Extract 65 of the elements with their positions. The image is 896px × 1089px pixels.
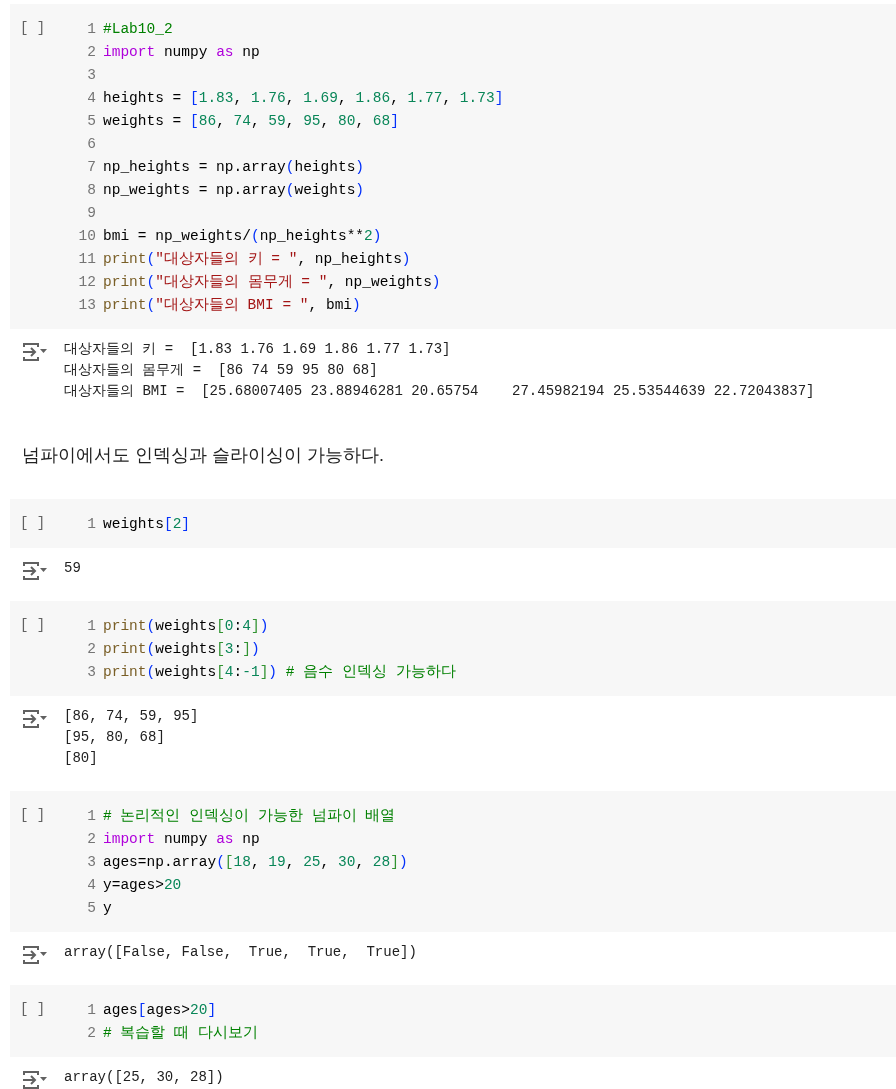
output-line: 대상자들의 몸무게 = [86 74 59 95 80 68] <box>64 361 379 380</box>
code-line: y <box>103 899 112 918</box>
markdown-text: 넘파이에서도 인덱싱과 슬라이싱이 가능하다. <box>22 445 384 465</box>
run-button[interactable]: [ ] <box>20 807 46 823</box>
code-line: bmi = np_weights/(np_heights**2) <box>103 227 382 246</box>
line-number: 2 <box>86 640 96 659</box>
run-button[interactable]: [ ] <box>20 20 46 36</box>
output-line: [95, 80, 68] <box>64 728 166 747</box>
line-number: 2 <box>86 830 96 849</box>
code-line: y=ages>20 <box>103 876 182 895</box>
output-line: [80] <box>64 749 99 768</box>
output-toggle-icon[interactable] <box>22 341 48 362</box>
output-toggle-icon[interactable] <box>22 708 48 729</box>
run-button[interactable]: [ ] <box>20 617 46 633</box>
code-line: weights[2] <box>103 515 191 534</box>
run-button[interactable]: [ ] <box>20 1001 46 1017</box>
output-line: [86, 74, 59, 95] <box>64 707 199 726</box>
code-line: print("대상자들의 BMI = ", bmi) <box>103 296 361 315</box>
code-line: #Lab10_2 <box>103 20 173 39</box>
line-number: 5 <box>86 899 96 918</box>
line-number: 7 <box>86 158 96 177</box>
line-number: 1 <box>86 807 96 826</box>
line-number: 3 <box>86 66 96 85</box>
code-line: # 논리적인 인덱싱이 가능한 넘파이 배열 <box>103 807 396 826</box>
code-line: np_heights = np.array(heights) <box>103 158 365 177</box>
code-line: heights = [1.83, 1.76, 1.69, 1.86, 1.77, 1.73] <box>103 89 504 108</box>
line-number: 10 <box>77 227 96 246</box>
line-number: 6 <box>86 135 96 154</box>
code-line: np_weights = np.array(weights) <box>103 181 365 200</box>
output-toggle-icon[interactable] <box>22 944 48 965</box>
line-number: 1 <box>86 515 96 534</box>
code-line: print("대상자들의 몸무게 = ", np_weights) <box>103 273 441 292</box>
output-line: array([25, 30, 28]) <box>64 1068 224 1087</box>
line-number: 9 <box>86 204 96 223</box>
code-line: ages=np.array([18, 19, 25, 30, 28]) <box>103 853 408 872</box>
line-number: 4 <box>86 876 96 895</box>
output-toggle-icon[interactable] <box>22 560 48 581</box>
code-line: print(weights[3:]) <box>103 640 260 659</box>
code-line: weights = [86, 74, 59, 95, 80, 68] <box>103 112 399 131</box>
line-number: 3 <box>86 853 96 872</box>
code-line: ages[ages>20] <box>103 1001 217 1020</box>
line-number: 13 <box>77 296 96 315</box>
line-number: 4 <box>86 89 96 108</box>
output-line: array([False, False, True, True, True]) <box>64 943 417 962</box>
line-number: 8 <box>86 181 96 200</box>
line-number: 2 <box>86 1024 96 1043</box>
output-line: 대상자들의 키 = [1.83 1.76 1.69 1.86 1.77 1.73] <box>64 340 452 359</box>
code-line: print(weights[4:-1]) # 음수 인덱싱 가능하다 <box>103 663 456 682</box>
code-line: # 복습할 때 다시보기 <box>103 1024 258 1043</box>
line-number: 12 <box>77 273 96 292</box>
line-number: 11 <box>77 250 96 269</box>
line-number: 1 <box>86 617 96 636</box>
output-toggle-icon[interactable] <box>22 1069 48 1089</box>
line-number: 2 <box>86 43 96 62</box>
code-line: import numpy as np <box>103 830 260 849</box>
code-line: print("대상자들의 키 = ", np_heights) <box>103 250 411 269</box>
output-line: 59 <box>64 559 81 578</box>
line-number: 1 <box>86 1001 96 1020</box>
line-number: 3 <box>86 663 96 682</box>
run-button[interactable]: [ ] <box>20 515 46 531</box>
line-number: 1 <box>86 20 96 39</box>
line-number: 5 <box>86 112 96 131</box>
code-line: print(weights[0:4]) <box>103 617 269 636</box>
output-line: 대상자들의 BMI = [25.68007405 23.88946281 20.65754 27.45982194 25.53544639 22.72043837] <box>64 382 815 401</box>
code-line: import numpy as np <box>103 43 260 62</box>
